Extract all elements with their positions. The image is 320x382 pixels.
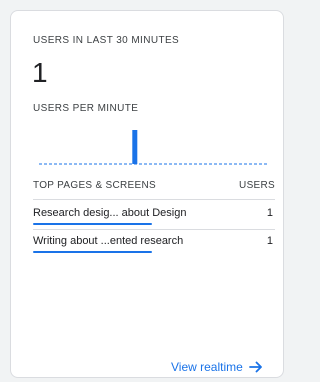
chart-bar[interactable] [132,130,138,164]
users-per-minute-chart [39,130,269,165]
table-row[interactable]: Writing about ...ented research 1 [33,232,275,254]
view-realtime-link[interactable]: View realtime [171,359,263,375]
users-per-minute-label: USERS PER MINUTE [33,103,139,114]
realtime-card: USERS IN LAST 30 MINUTES 1 USERS PER MIN… [10,10,284,378]
active-users-count: 1 [32,57,48,88]
page-title: Writing about ...ented research [33,235,184,247]
top-pages-column-header: TOP PAGES & SCREENS [33,180,156,191]
page-share-bar [33,251,152,253]
top-pages-header: TOP PAGES & SCREENS USERS [33,178,275,198]
arrow-right-icon [248,361,263,373]
header-divider [33,199,275,200]
users-last-30-minutes-label: USERS IN LAST 30 MINUTES [33,35,180,46]
view-realtime-label: View realtime [171,360,243,374]
page-users-count: 1 [266,235,273,247]
page-title: Research desig... about Design [33,207,187,219]
table-row[interactable]: Research desig... about Design 1 [33,204,275,226]
users-column-header: USERS [239,180,275,191]
page-users-count: 1 [266,207,273,219]
page-share-bar [33,223,152,225]
row-divider [33,229,275,230]
